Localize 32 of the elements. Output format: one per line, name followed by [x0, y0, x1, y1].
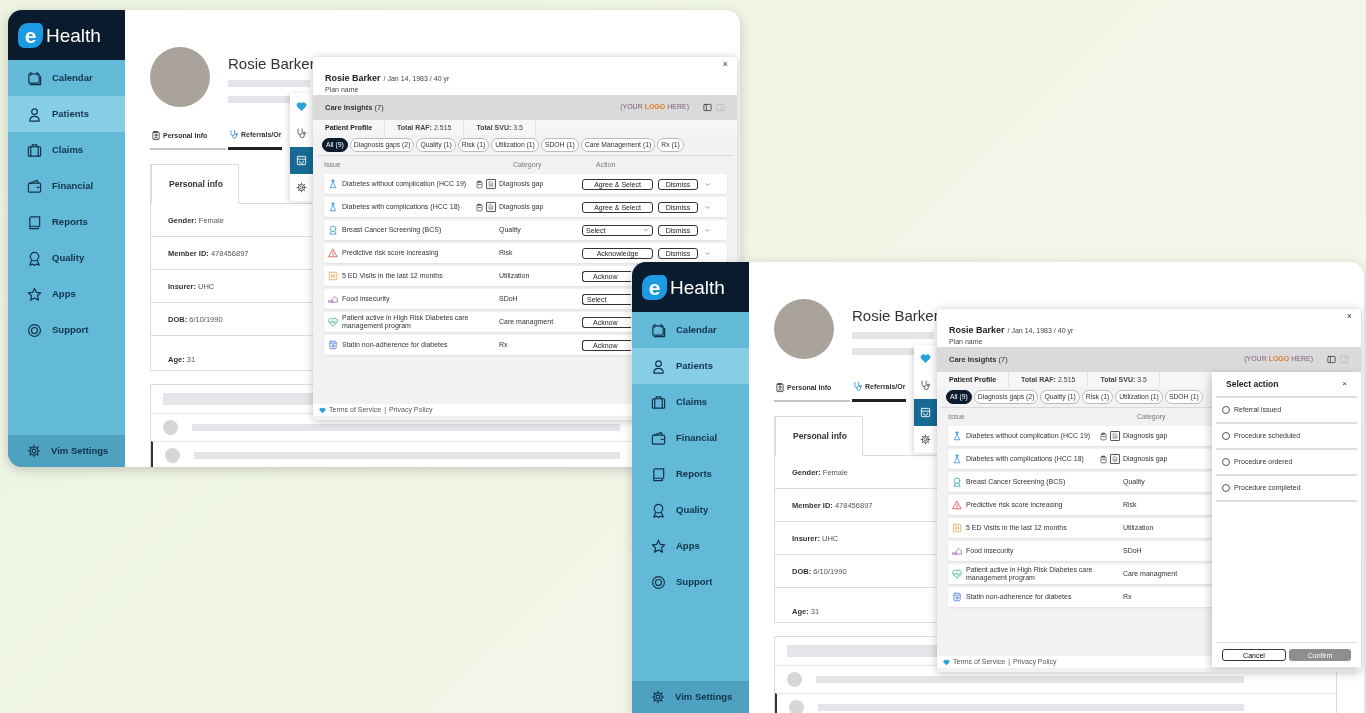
- sidebar-item[interactable]: Quality: [8, 240, 125, 276]
- card-title: Personal info: [775, 416, 863, 456]
- sidebar-item[interactable]: Claims: [8, 132, 125, 168]
- logo-mark: e: [18, 22, 43, 48]
- sidebar-item[interactable]: Apps: [632, 528, 749, 564]
- sidebar-item[interactable]: Calendar: [8, 60, 125, 96]
- close-button[interactable]: ×: [720, 60, 730, 69]
- sidebar-item[interactable]: Quality: [632, 492, 749, 528]
- patient-name: Rosie Barker: [949, 325, 1005, 335]
- sidebar-item[interactable]: Apps: [8, 276, 125, 312]
- panel-title: Select action: [1226, 377, 1279, 391]
- patient-name: Rosie Barker: [852, 308, 939, 323]
- settings-button[interactable]: Vim Settings: [632, 681, 749, 713]
- sidebar-item[interactable]: Patients: [632, 348, 749, 384]
- sidebar-item[interactable]: Financial: [632, 420, 749, 456]
- sidebar-item[interactable]: Claims: [632, 384, 749, 420]
- sidebar-item[interactable]: Financial: [8, 168, 125, 204]
- logo-mark: e: [642, 274, 667, 300]
- card-title: Personal info: [151, 164, 239, 204]
- close-button[interactable]: ×: [1340, 380, 1349, 388]
- sidebar-item[interactable]: Support: [8, 312, 125, 348]
- patient-name: Rosie Barker: [325, 73, 381, 83]
- sidebar-item[interactable]: Support: [632, 564, 749, 600]
- patient-name: Rosie Barker: [228, 56, 315, 71]
- close-button[interactable]: ×: [1344, 312, 1354, 321]
- sidebar-item[interactable]: Reports: [632, 456, 749, 492]
- logo-text: Health: [670, 277, 725, 297]
- logo-text: Health: [46, 25, 101, 45]
- settings-button[interactable]: Vim Settings: [8, 435, 125, 467]
- sidebar-item[interactable]: Reports: [8, 204, 125, 240]
- sidebar-item[interactable]: Patients: [8, 96, 125, 132]
- sidebar-item[interactable]: Calendar: [632, 312, 749, 348]
